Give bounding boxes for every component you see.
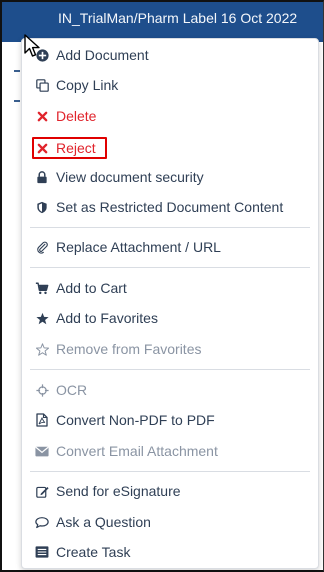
menu-item-label: Reject <box>56 140 96 156</box>
lock-icon <box>34 169 50 185</box>
menu-item-convert-non-pdf[interactable]: Convert Non-PDF to PDF <box>34 409 215 431</box>
menu-item-reject[interactable]: Reject <box>34 137 96 159</box>
menu-item-view-document-security[interactable]: View document security <box>34 166 204 188</box>
menu-divider <box>30 227 310 228</box>
crosshair-icon <box>34 382 50 398</box>
menu-item-label: Add to Favorites <box>56 310 158 326</box>
x-icon <box>34 140 50 156</box>
menu-item-label: Convert Email Attachment <box>56 443 218 459</box>
menu-item-ask-a-question[interactable]: Ask a Question <box>34 511 151 533</box>
paperclip-icon <box>34 239 50 255</box>
menu-item-convert-email-attachment[interactable]: Convert Email Attachment <box>34 440 218 462</box>
menu-divider <box>30 471 310 472</box>
menu-item-send-for-esignature[interactable]: Send for eSignature <box>34 480 181 502</box>
menu-item-remove-from-favorites[interactable]: Remove from Favorites <box>34 338 201 360</box>
cart-icon <box>34 280 50 296</box>
edit-icon <box>34 483 50 499</box>
menu-item-label: Ask a Question <box>56 514 151 530</box>
menu-divider <box>30 369 310 370</box>
menu-item-add-to-cart[interactable]: Add to Cart <box>34 277 127 299</box>
copy-icon <box>34 77 50 93</box>
menu-item-label: Delete <box>56 108 97 124</box>
menu-item-label: Send for eSignature <box>56 483 181 499</box>
pdf-file-icon <box>34 412 50 428</box>
background-list-marker <box>14 100 20 102</box>
x-icon <box>34 108 50 124</box>
menu-item-label: Remove from Favorites <box>56 341 202 357</box>
shield-icon <box>34 199 50 215</box>
document-header-bar: IN_TrialMan/Pharm Label 16 Oct 2022 <box>2 2 323 42</box>
menu-item-add-document[interactable]: Add Document <box>34 44 149 66</box>
menu-divider <box>30 267 310 268</box>
menu-item-delete[interactable]: Delete <box>34 105 96 127</box>
menu-item-label: View document security <box>56 169 204 185</box>
context-menu: Add Document Copy Link Delete Reject Vie… <box>21 38 319 569</box>
menu-item-label: Set as Restricted Document Content <box>56 199 284 215</box>
menu-item-label: Add Document <box>56 47 149 63</box>
document-header-text: IN_TrialMan/Pharm Label 16 Oct 2022 <box>58 10 298 26</box>
menu-item-create-task[interactable]: Create Task <box>34 541 130 563</box>
comment-icon <box>34 514 50 530</box>
envelope-icon <box>34 443 50 459</box>
menu-item-label: Create Task <box>56 544 131 560</box>
mouse-cursor-icon <box>24 34 40 57</box>
menu-item-label: Convert Non-PDF to PDF <box>56 412 215 428</box>
menu-item-label: Copy Link <box>56 77 119 93</box>
task-list-icon <box>34 544 50 560</box>
menu-item-label: Replace Attachment / URL <box>56 239 221 255</box>
menu-item-ocr[interactable]: OCR <box>34 379 87 401</box>
menu-item-replace-attachment[interactable]: Replace Attachment / URL <box>34 236 221 258</box>
star-outline-icon <box>34 341 50 357</box>
menu-item-copy-link[interactable]: Copy Link <box>34 74 118 96</box>
menu-item-label: Add to Cart <box>56 280 127 296</box>
menu-item-label: OCR <box>56 382 88 398</box>
menu-item-set-restricted-content[interactable]: Set as Restricted Document Content <box>34 196 283 218</box>
background-list-marker <box>14 70 20 72</box>
star-filled-icon <box>34 310 50 326</box>
menu-item-add-to-favorites[interactable]: Add to Favorites <box>34 307 158 329</box>
